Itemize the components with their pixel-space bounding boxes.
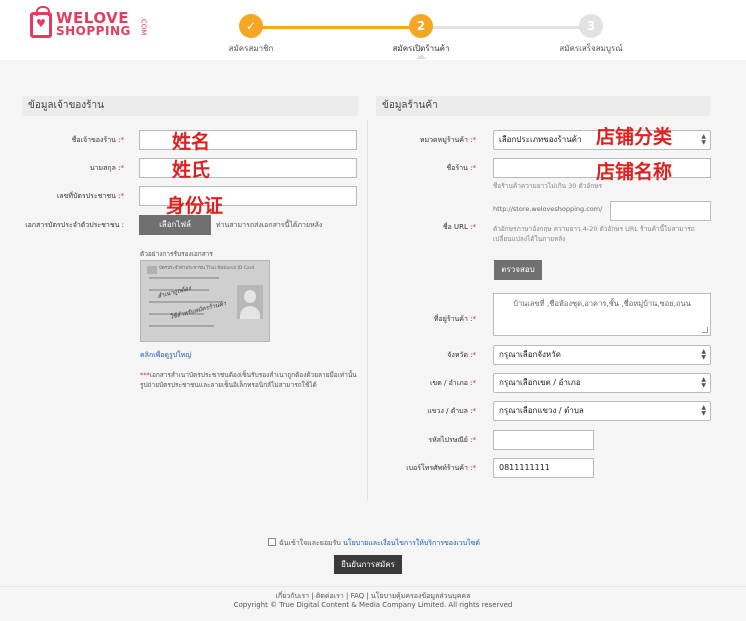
- address-placeholder: บ้านเลขที่ ,ชื่อห้องชุด,อาคาร,ชั้น ,ชื่อ…: [513, 299, 691, 308]
- terms-link[interactable]: นโยบายและเงื่อนไขการให้บริการของเวบไซต์: [343, 539, 480, 547]
- province-select[interactable]: กรุณาเลือกจังหวัด ▲ ▼: [493, 345, 711, 365]
- step-3-label: สมัครเสร็จสมบูรณ์: [559, 44, 623, 53]
- subdistrict-label: แขวง / ตำบล :*: [427, 407, 476, 415]
- category-label: หมวดหมู่ร้านค้า :*: [419, 136, 476, 144]
- site-logo[interactable]: ♥ WELOVE SHOPPING .COM: [30, 6, 147, 38]
- card-header-text: บัตรประจำตัวประชาชน Thai National ID Car…: [159, 266, 255, 271]
- check-url-button[interactable]: ตรวจสอบ: [494, 260, 542, 280]
- submit-button[interactable]: ยืนยันการสมัคร: [334, 555, 402, 574]
- step-1-check-icon: ✓: [239, 14, 263, 38]
- footer-copyright: Copyright © True Digital Content & Media…: [233, 601, 513, 609]
- chevron-updown-icon: ▲ ▼: [701, 404, 706, 417]
- agreement-text: ฉันเข้าใจและยอมรับ นโยบายและเงื่อนไขการใ…: [279, 539, 480, 547]
- url-hint-1: ตัวอักษรภาษาอังกฤษ ความยาว 4-20 ตัวอักษร…: [493, 225, 695, 233]
- owner-section-title: ข้อมูลเจ้าของร้าน: [22, 96, 358, 116]
- owner-surname-label: นามสกุล :*: [89, 164, 124, 172]
- annotation-surname: 姓氏: [172, 159, 211, 181]
- shop-section-title: ข้อมูลร้านค้า: [376, 96, 710, 116]
- sample-title: ตัวอย่างการรับรองเอกสาร: [140, 250, 213, 258]
- chevron-updown-icon: ▲ ▼: [701, 133, 706, 146]
- url-prefix: http://store.weloveshopping.com/: [493, 205, 603, 213]
- id-card-sample-image[interactable]: บัตรประจำตัวประชาชน Thai National ID Car…: [140, 260, 270, 342]
- url-input[interactable]: [610, 201, 711, 221]
- id-document-label: เอกสารบัตรประจำตัวประชาชน :: [25, 221, 124, 229]
- annotation-shop-name: 店铺名称: [596, 161, 673, 183]
- step-1-label: สมัครสมาชิก: [228, 44, 274, 53]
- shopping-bag-icon: ♥: [30, 6, 52, 38]
- logo-line2: SHOPPING: [56, 24, 131, 38]
- annotation-id: 身份证: [166, 195, 224, 217]
- annotation-category: 店铺分类: [596, 126, 673, 148]
- site-header: ♥ WELOVE SHOPPING .COM ✓ สมัครสมาชิก 2 ส…: [0, 0, 746, 60]
- card-emblem-icon: [147, 266, 157, 274]
- step-3-number: 3: [579, 14, 603, 38]
- province-label: จังหวัด :*: [447, 351, 476, 359]
- logo-suffix: .COM: [139, 16, 148, 36]
- url-hint-2: เปลี่ยนแปลงได้ในภายหลัง: [493, 235, 566, 243]
- chevron-updown-icon: ▲ ▼: [701, 348, 706, 361]
- owner-id-label: เลขที่บัตรประชาชน :*: [56, 192, 124, 200]
- card-line: [149, 325, 214, 327]
- card-line: [149, 277, 219, 279]
- phone-input[interactable]: 0811111111: [493, 458, 594, 478]
- shop-name-label: ชื่อร้าน :*: [446, 164, 476, 172]
- card-photo-avatar: [237, 285, 263, 319]
- agree-checkbox[interactable]: [268, 538, 276, 546]
- resize-handle-icon[interactable]: [702, 327, 708, 333]
- annotation-name: 姓名: [172, 131, 211, 153]
- shop-name-hint: ชื่อร้านค้าความยาวไม่เกิน 30 ตัวอักษร: [493, 182, 602, 190]
- footer-divider: [0, 586, 746, 587]
- choose-file-button[interactable]: เลือกไฟล์: [139, 215, 211, 235]
- file-status-text: ท่านสามารถส่งเอกสารนี้ได้ภายหลัง: [216, 221, 323, 229]
- chevron-updown-icon: ▲ ▼: [701, 376, 706, 389]
- url-label: ชื่อ URL :*: [442, 223, 476, 231]
- district-label: เขต / อำเภอ :*: [430, 379, 476, 387]
- progress-line-done: [262, 26, 410, 29]
- column-divider: [367, 120, 368, 500]
- phone-label: เบอร์โทรศัพท์ร้านค้า :*: [406, 464, 476, 472]
- zoom-image-link[interactable]: คลิกเพื่อดูรูปใหญ่: [140, 350, 191, 361]
- address-textarea[interactable]: บ้านเลขที่ ,ชื่อห้องชุด,อาคาร,ชั้น ,ชื่อ…: [493, 293, 711, 336]
- progress-line-pending: [432, 26, 580, 29]
- progress-steps: ✓ สมัครสมาชิก 2 สมัครเปิดร้านค้า 3 สมัคร…: [220, 14, 640, 59]
- card-signature: สำเนาถูกต้อง: [156, 284, 192, 301]
- current-step-arrow-icon: [416, 54, 426, 59]
- owner-name-label: ชื่อเจ้าของร้าน :*: [71, 136, 124, 144]
- postcode-input[interactable]: [493, 430, 594, 450]
- logo-wordmark: WELOVE SHOPPING: [56, 11, 131, 38]
- address-label: ที่อยู่ร้านค้า :*: [433, 315, 476, 323]
- step-2-number: 2: [409, 14, 433, 38]
- document-note: ***เอกสารสำเนาบัตรประชาชนต้องเซ็นรับรองส…: [140, 371, 357, 389]
- postcode-label: รหัสไปรษณีย์ :*: [428, 436, 476, 444]
- district-select[interactable]: กรุณาเลือกเขต / อำเภอ ▲ ▼: [493, 373, 711, 393]
- subdistrict-select[interactable]: กรุณาเลือกแขวง / ตำบล ▲ ▼: [493, 401, 711, 421]
